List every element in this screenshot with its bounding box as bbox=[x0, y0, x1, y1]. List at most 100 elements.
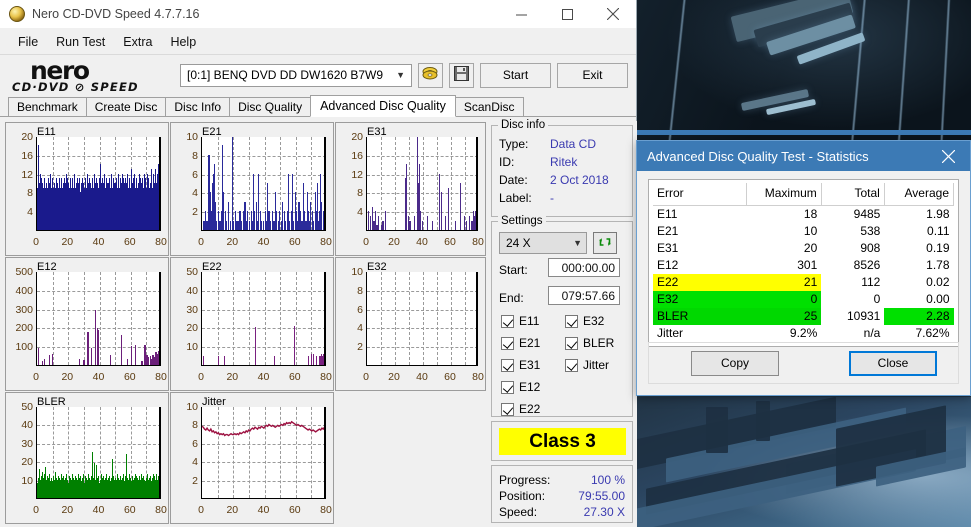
x-axis-tick: 80 bbox=[155, 371, 167, 383]
gridline-vertical bbox=[381, 272, 382, 365]
save-results-button[interactable] bbox=[449, 62, 474, 88]
start-button[interactable]: Start bbox=[480, 62, 551, 88]
x-axis-tick: 40 bbox=[92, 236, 105, 248]
cell-average: 7.62% bbox=[915, 326, 950, 340]
start-time-input[interactable]: 000:00.00 bbox=[548, 258, 620, 277]
chart-right-border bbox=[324, 137, 326, 230]
x-axis-tick: 20 bbox=[61, 504, 74, 516]
menu-item-help[interactable]: Help bbox=[161, 32, 205, 52]
cell-total: 538 bbox=[860, 224, 881, 238]
checkbox-jitter[interactable]: Jitter bbox=[565, 358, 609, 372]
checkbox-e21-label: E21 bbox=[519, 336, 541, 350]
speed-select-value: 24 X bbox=[506, 236, 531, 250]
checkbox-e12[interactable]: E12 bbox=[501, 380, 540, 394]
chart-title: Jitter bbox=[202, 396, 226, 408]
checkmark-icon bbox=[565, 336, 578, 350]
x-axis-tick: 80 bbox=[472, 371, 484, 383]
checkbox-e21[interactable]: E21 bbox=[501, 336, 540, 350]
table-row[interactable]: E11 18 9485 1.98 bbox=[653, 206, 954, 224]
tab-disc-quality[interactable]: Disc Quality bbox=[229, 97, 312, 116]
menu-item-run-test[interactable]: Run Test bbox=[47, 32, 114, 52]
drive-select[interactable]: [0:1] BENQ DVD DD DW1620 B7W9 ▼ bbox=[180, 63, 412, 87]
x-axis-tick: 0 bbox=[363, 371, 369, 383]
column-header-error[interactable]: Error bbox=[653, 183, 747, 206]
speed-value: 27.30 X bbox=[583, 505, 625, 519]
chart-bar bbox=[445, 215, 447, 230]
checkbox-e22-label: E22 bbox=[519, 402, 541, 416]
refresh-button[interactable] bbox=[593, 232, 617, 254]
exit-button[interactable]: Exit bbox=[557, 62, 628, 88]
tab-advanced-disc-quality[interactable]: Advanced Disc Quality bbox=[310, 95, 456, 117]
status-group: Progress: 100 % Position: 79:55.00 Speed… bbox=[491, 465, 633, 523]
y-axis-tick: 4 bbox=[192, 456, 198, 469]
cell-maximum: 20 bbox=[803, 241, 818, 255]
chart-bar bbox=[223, 355, 225, 365]
checkbox-e11[interactable]: E11 bbox=[501, 314, 539, 328]
y-axis-tick: 8 bbox=[192, 149, 198, 162]
x-axis-tick: 40 bbox=[92, 371, 105, 383]
table-row[interactable]: BLER 25 10931 2.28 bbox=[653, 308, 954, 325]
chart-bar bbox=[110, 354, 112, 365]
chart-bar bbox=[426, 215, 428, 230]
chart-bars bbox=[367, 137, 478, 230]
y-axis-tick: 4 bbox=[192, 187, 198, 200]
maximize-button[interactable] bbox=[544, 0, 590, 29]
eject-disc-button[interactable] bbox=[418, 62, 443, 88]
table-row[interactable]: E22 21 112 0.02 bbox=[653, 274, 954, 291]
column-header-total[interactable]: Total bbox=[821, 183, 885, 206]
checkmark-icon bbox=[501, 336, 514, 350]
chart-bar bbox=[308, 355, 310, 365]
checkbox-bler-label: BLER bbox=[583, 336, 615, 350]
checkbox-e32[interactable]: E32 bbox=[565, 314, 604, 328]
x-axis-tick: 40 bbox=[257, 371, 270, 383]
speed-select[interactable]: 24 X ▼ bbox=[499, 232, 587, 254]
checkbox-jitter-label: Jitter bbox=[583, 358, 610, 372]
x-axis-tick: 20 bbox=[388, 236, 400, 248]
end-time-input[interactable]: 079:57.66 bbox=[548, 286, 620, 305]
end-time-label: End: bbox=[499, 291, 524, 305]
table-row[interactable]: Jitter 9.2% n/a 7.62% bbox=[653, 325, 954, 342]
checkbox-e22[interactable]: E22 bbox=[501, 402, 540, 416]
chart-bar bbox=[87, 332, 89, 365]
copy-button[interactable]: Copy bbox=[691, 350, 779, 376]
y-axis-tick: 400 bbox=[15, 284, 33, 297]
statistics-table: Error Maximum Total Average E11 18 9485 1.9… bbox=[653, 183, 955, 342]
table-row[interactable]: E12 301 8526 1.78 bbox=[653, 257, 954, 274]
close-button[interactable] bbox=[590, 0, 636, 29]
column-header-maximum[interactable]: Maximum bbox=[746, 183, 822, 206]
chart-e31: E31 4 8 12 16 20 0 20 40 60 80 bbox=[335, 122, 486, 256]
minimize-button[interactable] bbox=[498, 0, 544, 29]
content-area: E11 4 8 12 16 20 0 20 40 60 80 E21 2 4 6 8 10 0 20 40 60 80 E3… bbox=[0, 119, 637, 527]
y-axis-tick: 20 bbox=[21, 131, 33, 143]
tab-create-disc[interactable]: Create Disc bbox=[85, 97, 167, 116]
tab-benchmark[interactable]: Benchmark bbox=[8, 97, 87, 116]
menu-item-file[interactable]: File bbox=[9, 32, 47, 52]
tab-disc-info[interactable]: Disc Info bbox=[165, 97, 231, 116]
table-row[interactable]: E21 10 538 0.11 bbox=[653, 223, 954, 240]
chart-title: E31 bbox=[367, 126, 387, 138]
chart-bar bbox=[127, 359, 129, 365]
close-button[interactable]: Close bbox=[849, 350, 937, 376]
checkbox-e11-label: E11 bbox=[519, 314, 540, 328]
table-row[interactable]: E31 20 908 0.19 bbox=[653, 240, 954, 257]
column-header-average[interactable]: Average bbox=[884, 183, 955, 206]
x-axis-tick: 40 bbox=[92, 504, 105, 516]
checkmark-icon bbox=[501, 314, 514, 328]
menu-item-extra[interactable]: Extra bbox=[114, 32, 161, 52]
wallpaper-top-scene bbox=[636, 0, 971, 160]
chart-bar bbox=[254, 327, 256, 365]
y-axis-tick: 2 bbox=[357, 341, 363, 354]
x-axis-tick: 20 bbox=[226, 371, 239, 383]
checkbox-e31[interactable]: E31 bbox=[501, 358, 540, 372]
disc-info-group: Disc info Type: Data CD ID: Ritek Date: … bbox=[491, 119, 633, 217]
dialog-close-button[interactable] bbox=[926, 141, 970, 171]
dialog-footer: Copy Close bbox=[648, 342, 959, 384]
chart-bar bbox=[203, 355, 205, 365]
chart-bar bbox=[144, 345, 146, 365]
table-row[interactable]: E32 0 0 0.00 bbox=[653, 291, 954, 308]
x-axis-tick: 40 bbox=[257, 504, 270, 516]
cell-total: 10931 bbox=[846, 309, 881, 323]
tab-scandisc[interactable]: ScanDisc bbox=[454, 97, 524, 116]
checkbox-bler[interactable]: BLER bbox=[565, 336, 614, 350]
cell-average: 1.78 bbox=[926, 258, 950, 272]
